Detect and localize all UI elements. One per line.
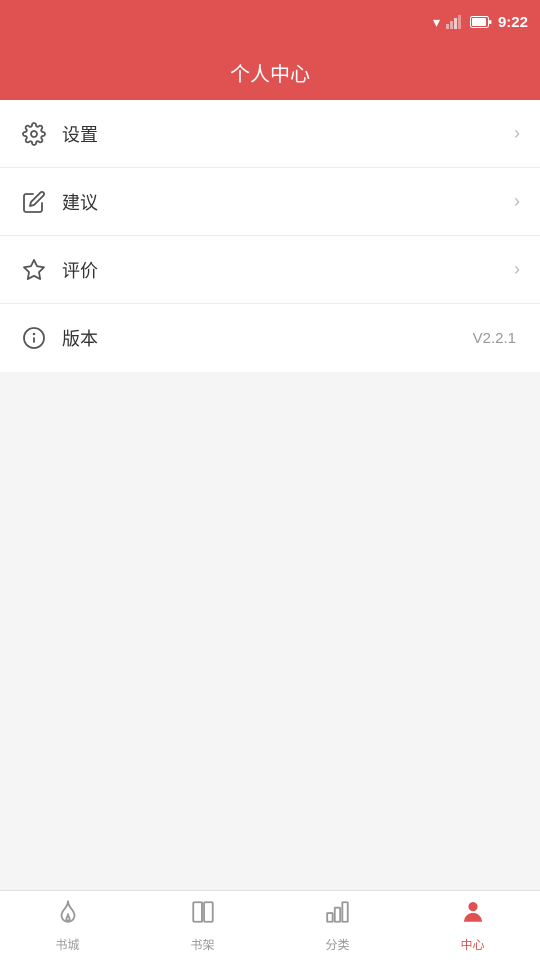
- rating-chevron: ›: [514, 259, 520, 280]
- settings-chevron: ›: [514, 123, 520, 144]
- version-menu-item: 版本 V2.2.1: [0, 304, 540, 372]
- gear-icon: [20, 120, 48, 148]
- person-icon: [460, 899, 486, 932]
- suggestions-menu-item[interactable]: 建议 ›: [0, 168, 540, 236]
- edit-icon: [20, 188, 48, 216]
- chart-icon: [325, 899, 351, 932]
- page-title: 个人中心: [230, 58, 310, 87]
- suggestions-label: 建议: [62, 189, 514, 215]
- tab-bookstore-label: 书城: [55, 936, 79, 953]
- status-time: 9:22: [498, 14, 528, 31]
- wifi-icon: ▾: [433, 14, 440, 31]
- suggestions-chevron: ›: [514, 191, 520, 212]
- rating-label: 评价: [62, 257, 514, 283]
- signal-icon: [446, 15, 464, 29]
- tab-bookstore[interactable]: 书城: [0, 891, 135, 960]
- tab-shelf-label: 书架: [190, 936, 214, 953]
- tab-bar: 书城 书架 分类 中心: [0, 890, 540, 960]
- info-icon: [20, 324, 48, 352]
- star-icon: [20, 256, 48, 284]
- tab-shelf[interactable]: 书架: [135, 891, 270, 960]
- rating-menu-item[interactable]: 评价 ›: [0, 236, 540, 304]
- tab-center-label: 中心: [460, 936, 484, 953]
- page-header: 个人中心: [0, 44, 540, 100]
- content-area: [0, 372, 540, 890]
- menu-list: 设置 › 建议 › 评价 › 版本: [0, 100, 540, 372]
- tab-center[interactable]: 中心: [405, 891, 540, 960]
- version-value: V2.2.1: [473, 330, 516, 347]
- battery-icon: [470, 16, 492, 28]
- settings-label: 设置: [62, 121, 514, 147]
- tab-category-label: 分类: [325, 936, 349, 953]
- status-bar: ▾ 9:22: [0, 0, 540, 44]
- settings-menu-item[interactable]: 设置 ›: [0, 100, 540, 168]
- flame-icon: [55, 899, 81, 932]
- tab-category[interactable]: 分类: [270, 891, 405, 960]
- version-label: 版本: [62, 325, 473, 351]
- book-icon: [190, 899, 216, 932]
